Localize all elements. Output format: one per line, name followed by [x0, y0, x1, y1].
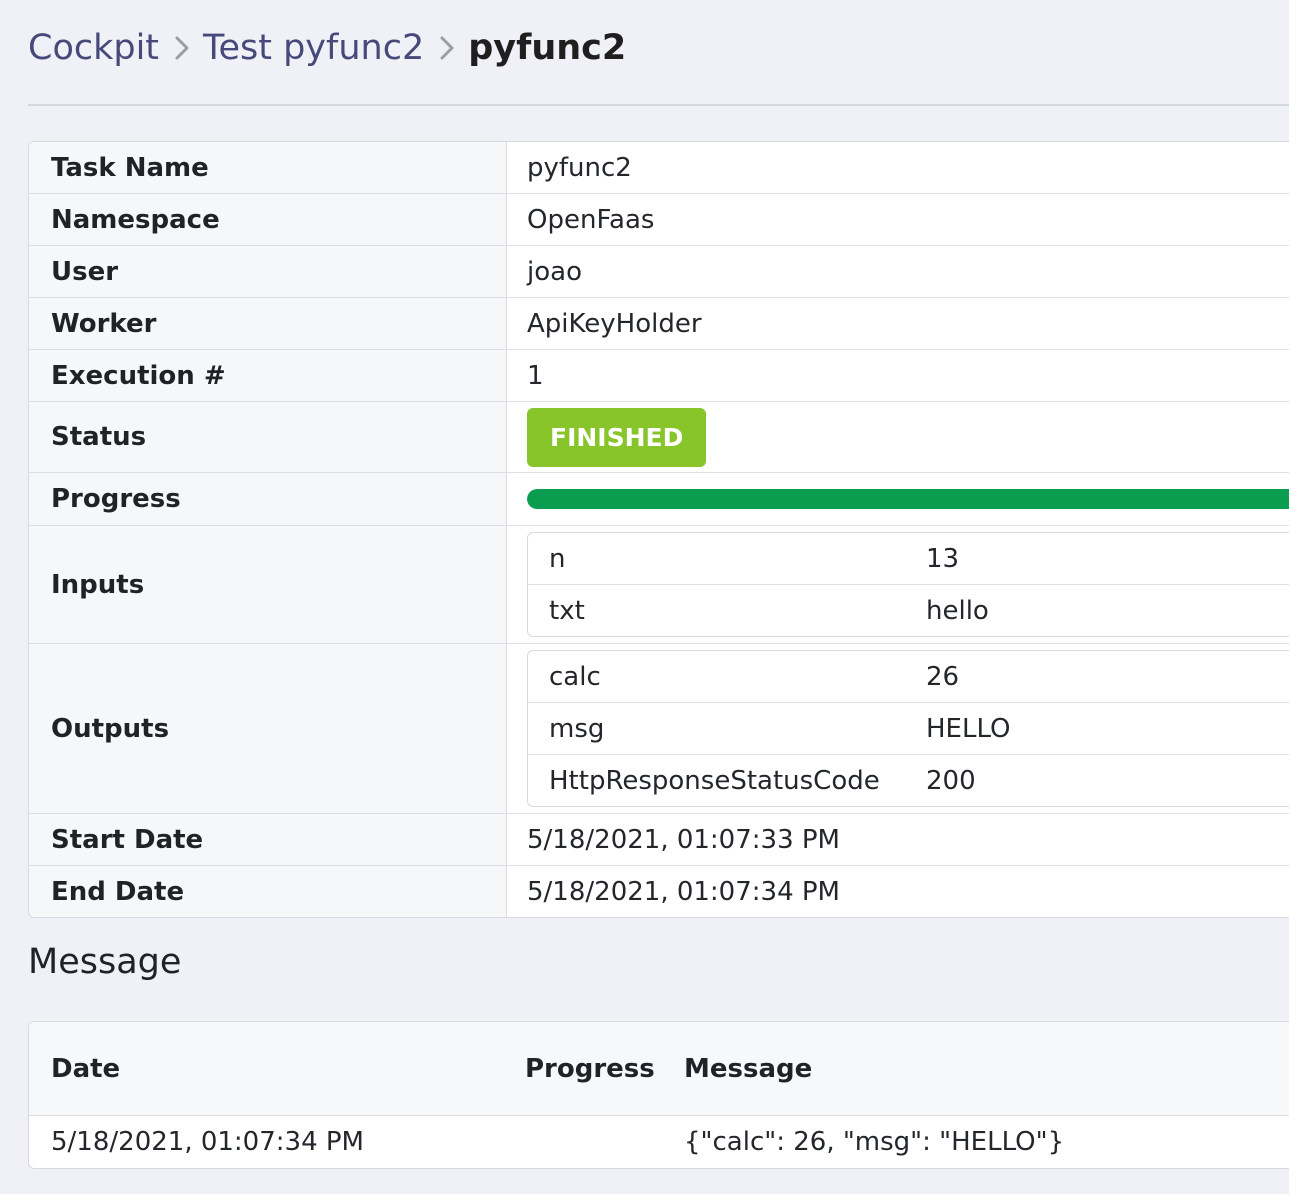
- detail-label: Task Name: [29, 142, 507, 193]
- details-row-status: Status FINISHED: [29, 401, 1289, 472]
- end-date-value: 5/18/2021, 01:07:34 PM: [527, 876, 840, 907]
- execution-value: 1: [527, 360, 544, 391]
- details-row-task-name: Task Name pyfunc2: [29, 142, 1289, 193]
- detail-label: Worker: [29, 298, 507, 349]
- column-header-message[interactable]: Message: [684, 1054, 1289, 1084]
- table-row: 5/18/2021, 01:07:34 PM {"calc": 26, "msg…: [29, 1116, 1289, 1168]
- table-row: HttpResponseStatusCode 200: [528, 754, 1289, 806]
- table-row: calc 26: [528, 651, 1289, 702]
- namespace-value: OpenFaas: [527, 204, 655, 235]
- details-row-user: User joao: [29, 245, 1289, 297]
- message-section-title: Message: [28, 942, 182, 982]
- output-key: msg: [549, 713, 605, 744]
- detail-label: Progress: [29, 473, 507, 525]
- worker-value: ApiKeyHolder: [527, 308, 702, 339]
- breadcrumb-link-test-pyfunc2[interactable]: Test pyfunc2: [203, 28, 424, 68]
- column-header-progress[interactable]: Progress: [525, 1054, 684, 1084]
- output-value: 26: [926, 661, 960, 692]
- progress-bar-fill: [527, 489, 1289, 509]
- details-row-progress: Progress: [29, 472, 1289, 525]
- output-value: HELLO: [926, 713, 1011, 744]
- details-row-worker: Worker ApiKeyHolder: [29, 297, 1289, 349]
- inputs-table: n 13 txt hello: [527, 532, 1289, 637]
- detail-label: Inputs: [29, 526, 507, 643]
- details-row-outputs: Outputs calc 26 msg HELLO HttpResponseSt…: [29, 643, 1289, 813]
- detail-label: User: [29, 246, 507, 297]
- details-row-namespace: Namespace OpenFaas: [29, 193, 1289, 245]
- outputs-table: calc 26 msg HELLO HttpResponseStatusCode…: [527, 650, 1289, 807]
- detail-label: Outputs: [29, 644, 507, 813]
- column-header-date[interactable]: Date: [29, 1054, 525, 1084]
- task-details-table: Task Name pyfunc2 Namespace OpenFaas Use…: [28, 141, 1289, 918]
- breadcrumb: Cockpit Test pyfunc2 pyfunc2: [28, 24, 626, 72]
- messages-table: Date Progress Message 5/18/2021, 01:07:3…: [28, 1021, 1289, 1169]
- breadcrumb-link-cockpit[interactable]: Cockpit: [28, 28, 159, 68]
- breadcrumb-current: pyfunc2: [468, 28, 627, 68]
- details-row-start-date: Start Date 5/18/2021, 01:07:33 PM: [29, 813, 1289, 865]
- message-date: 5/18/2021, 01:07:34 PM: [51, 1127, 364, 1157]
- input-value: hello: [926, 595, 989, 626]
- detail-label: Execution #: [29, 350, 507, 401]
- detail-label: Start Date: [29, 814, 507, 865]
- table-row: txt hello: [528, 584, 1289, 636]
- task-name-value: pyfunc2: [527, 152, 632, 183]
- progress-bar: [527, 489, 1289, 509]
- detail-label: Namespace: [29, 194, 507, 245]
- output-value: 200: [926, 765, 976, 796]
- output-key: calc: [549, 661, 601, 692]
- table-row: msg HELLO: [528, 702, 1289, 754]
- table-row: n 13: [528, 533, 1289, 584]
- details-row-end-date: End Date 5/18/2021, 01:07:34 PM: [29, 865, 1289, 917]
- detail-label: End Date: [29, 866, 507, 917]
- user-value: joao: [527, 256, 582, 287]
- detail-label: Status: [29, 402, 507, 472]
- start-date-value: 5/18/2021, 01:07:33 PM: [527, 824, 840, 855]
- chevron-right-icon: [175, 36, 189, 60]
- input-key: txt: [549, 595, 585, 626]
- details-row-execution: Execution # 1: [29, 349, 1289, 401]
- messages-table-header: Date Progress Message: [29, 1022, 1289, 1116]
- message-text: {"calc": 26, "msg": "HELLO"}: [684, 1127, 1065, 1157]
- output-key: HttpResponseStatusCode: [549, 765, 880, 796]
- header-divider: [28, 104, 1289, 106]
- input-key: n: [549, 543, 566, 574]
- details-row-inputs: Inputs n 13 txt hello: [29, 525, 1289, 643]
- input-value: 13: [926, 543, 960, 574]
- chevron-right-icon: [440, 36, 454, 60]
- status-badge: FINISHED: [527, 407, 707, 467]
